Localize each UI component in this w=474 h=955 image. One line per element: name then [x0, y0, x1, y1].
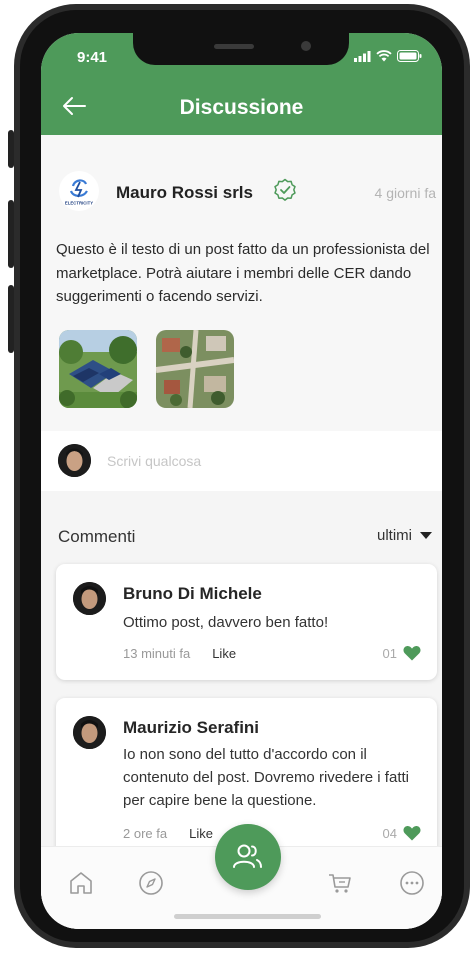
- comment-time: 13 minuti fa: [123, 646, 191, 661]
- speaker-grille: [214, 44, 254, 49]
- heart-icon[interactable]: [403, 825, 421, 841]
- home-icon[interactable]: [67, 869, 95, 897]
- comment-meta: 13 minuti fa Like: [123, 646, 236, 661]
- post-card: ELECTRICITY Mauro Rossi srls 4 giorni fa…: [41, 135, 442, 431]
- front-camera: [301, 41, 311, 51]
- comment-text: Io non sono del tutto d'accordo con il c…: [123, 746, 409, 809]
- battery-icon: [397, 50, 422, 62]
- wifi-icon: [376, 50, 392, 62]
- post-author[interactable]: Mauro Rossi srls: [116, 183, 253, 203]
- commenter-name[interactable]: Maurizio Serafini: [123, 718, 259, 738]
- app-header: 9:41 Discussione: [41, 33, 442, 135]
- commenter-avatar[interactable]: [73, 716, 106, 749]
- verified-badge-icon: [274, 178, 296, 201]
- post-time: 4 giorni fa: [374, 185, 436, 201]
- app-screen: 9:41 Discussione ELECTRICITY Mauro Rossi…: [41, 33, 442, 929]
- solar-houses-photo: [59, 330, 137, 408]
- signal-icon: [354, 50, 371, 62]
- comments-heading: Commenti: [58, 527, 136, 546]
- comment-text: Ottimo post, davvero ben fatto!: [123, 614, 329, 631]
- home-indicator[interactable]: [174, 914, 321, 919]
- mute-switch: [8, 130, 14, 168]
- comment-input[interactable]: Scrivi qualcosa: [107, 453, 201, 469]
- logo-text: ELECTRICITY: [65, 201, 93, 206]
- volume-down-button: [8, 285, 14, 353]
- post-image-aerial[interactable]: [156, 330, 234, 408]
- comment-time: 2 ore fa: [123, 826, 168, 841]
- like-button[interactable]: Like: [189, 826, 213, 841]
- community-icon: [233, 844, 262, 868]
- comment-card: Bruno Di Michele Ottimo post, davvero be…: [56, 564, 437, 680]
- cart-icon[interactable]: [326, 869, 354, 897]
- comment-composer[interactable]: Scrivi qualcosa: [41, 431, 442, 491]
- notch: [133, 33, 349, 65]
- commenter-avatar[interactable]: [73, 582, 106, 615]
- compass-icon[interactable]: [137, 869, 165, 897]
- like-count-value: 04: [382, 825, 397, 841]
- post-image-solar-houses[interactable]: [59, 330, 137, 408]
- caret-down-icon: [420, 532, 432, 539]
- heart-icon[interactable]: [403, 645, 421, 661]
- comment-meta: 2 ore fa Like: [123, 826, 213, 841]
- status-time: 9:41: [77, 49, 108, 66]
- like-count: 01: [383, 645, 421, 661]
- volume-up-button: [8, 200, 14, 268]
- page-title: Discussione: [179, 96, 304, 119]
- company-logo[interactable]: ELECTRICITY: [59, 171, 99, 211]
- aerial-neighborhood-photo: [156, 330, 234, 408]
- user-avatar: [58, 444, 91, 477]
- community-button[interactable]: [215, 824, 281, 890]
- like-button[interactable]: Like: [212, 646, 236, 661]
- status-icons: [354, 50, 422, 62]
- post-body: Questo è il testo di un post fatto da un…: [56, 241, 430, 305]
- commenter-name[interactable]: Bruno Di Michele: [123, 584, 262, 604]
- sort-dropdown[interactable]: ultimi: [377, 527, 432, 544]
- like-count-value: 01: [382, 645, 397, 661]
- electricity-logo-icon: ELECTRICITY: [65, 179, 93, 206]
- more-icon[interactable]: [398, 869, 426, 897]
- like-count: 04: [383, 825, 421, 841]
- sort-label: ultimi: [376, 527, 412, 544]
